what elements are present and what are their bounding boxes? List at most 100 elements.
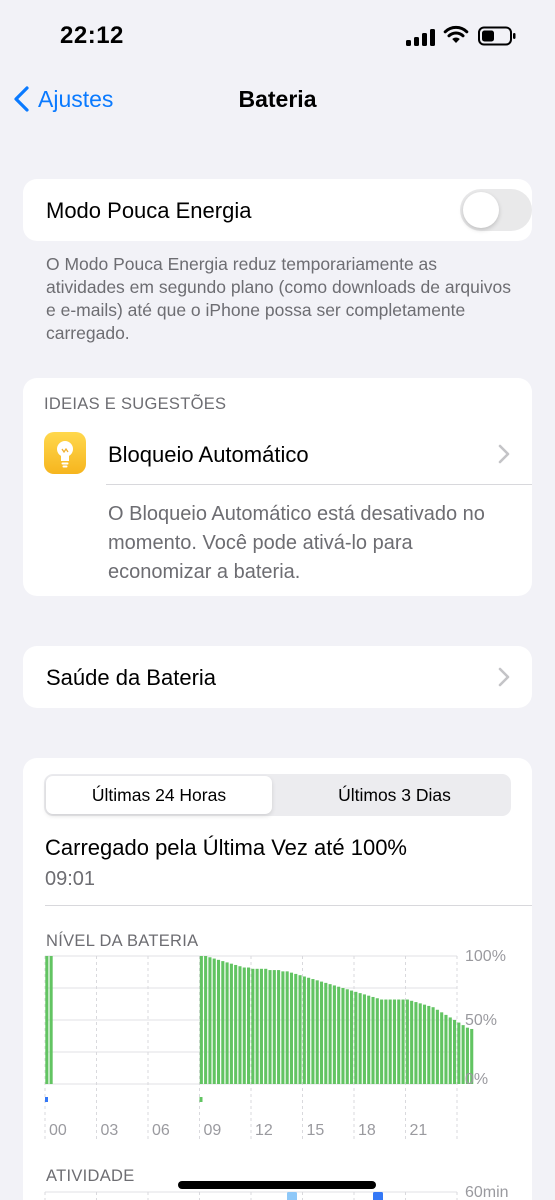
battery-level-bar [422, 1004, 427, 1084]
battery-icon [478, 26, 516, 46]
x-tick-label: 00 [49, 1122, 67, 1139]
battery-level-title: NÍVEL DA BATERIA [46, 931, 198, 950]
battery-level-bar [212, 958, 216, 1084]
battery-level-bar [431, 1007, 435, 1084]
battery-level-bar [255, 968, 259, 1084]
y-tick-label: 60min [465, 1184, 509, 1200]
page-title: Bateria [238, 86, 317, 112]
battery-level-bar [45, 956, 49, 1084]
low-power-card: Modo Pouca Energia [23, 179, 532, 241]
battery-level-bar [199, 956, 203, 1084]
battery-level-bar [380, 999, 384, 1084]
battery-level-bar [251, 968, 255, 1084]
battery-level-bar [311, 979, 315, 1084]
battery-level-bar [242, 967, 246, 1084]
status-bar: 22:12 [0, 0, 555, 70]
chevron-right-icon [498, 444, 510, 464]
battery-level-bar [221, 961, 225, 1084]
battery-level-bar [448, 1017, 452, 1084]
battery-level-bar [259, 968, 263, 1084]
battery-level-bar [208, 957, 212, 1084]
battery-level-bar [229, 963, 233, 1084]
battery-level-bar [392, 999, 397, 1084]
low-power-toggle[interactable] [460, 189, 532, 231]
battery-level-bar [337, 986, 341, 1084]
navigation-bar: Ajustes Bateria [0, 70, 555, 130]
lightbulb-icon [44, 432, 86, 474]
y-tick-label: 0% [465, 1071, 488, 1088]
y-tick-label: 100% [465, 948, 506, 965]
x-tick-label: 06 [152, 1122, 170, 1139]
battery-level-bar [268, 970, 272, 1084]
battery-level-bar [328, 984, 332, 1084]
battery-level-bar [204, 956, 208, 1084]
low-power-label: Modo Pouca Energia [46, 198, 252, 223]
suggestion-item-label[interactable]: Bloqueio Automático [108, 442, 309, 468]
battery-level-bar [216, 959, 221, 1084]
battery-level-bar [302, 976, 306, 1084]
battery-level-bar [384, 999, 388, 1084]
battery-usage-card: Últimas 24 Horas Últimos 3 Dias Carregad… [23, 758, 532, 1200]
charging-marker [45, 1097, 48, 1102]
battery-level-bar [49, 956, 53, 1084]
battery-level-bar [264, 968, 268, 1084]
battery-level-bar [358, 993, 362, 1084]
battery-level-bar [388, 999, 392, 1084]
battery-level-bar [281, 971, 285, 1084]
activity-title: ATIVIDADE [46, 1167, 135, 1185]
suggestions-card: IDEIAS E SUGESTÕES Bloqueio Automático O… [23, 378, 532, 596]
charging-marker [199, 1097, 203, 1102]
battery-level-bar [294, 973, 298, 1084]
battery-level-bar [298, 975, 302, 1084]
battery-level-bar [272, 970, 276, 1084]
battery-level-bar [444, 1014, 448, 1084]
battery-level-bar [354, 991, 358, 1084]
home-indicator [178, 1181, 376, 1189]
x-tick-label: 15 [307, 1122, 325, 1139]
battery-level-bar [324, 982, 328, 1084]
battery-level-bar [427, 1005, 431, 1084]
battery-level-bar [277, 970, 281, 1084]
battery-level-bar [405, 999, 409, 1084]
battery-level-bar [371, 996, 375, 1084]
battery-health-row[interactable]: Saúde da Bateria [23, 646, 532, 708]
battery-level-bar [289, 972, 294, 1084]
low-power-footnote: O Modo Pouca Energia reduz temporariamen… [46, 254, 512, 343]
battery-level-bar [285, 971, 289, 1084]
divider [106, 484, 532, 485]
battery-level-bar [397, 999, 401, 1084]
x-tick-label: 21 [410, 1122, 428, 1139]
battery-level-bar [307, 977, 311, 1084]
suggestions-header: IDEIAS E SUGESTÕES [44, 395, 227, 413]
status-time: 22:12 [60, 22, 124, 49]
wifi-icon [443, 25, 469, 43]
battery-health-label: Saúde da Bateria [46, 665, 217, 690]
battery-level-bar [414, 1002, 418, 1084]
y-tick-label: 50% [465, 1012, 497, 1029]
battery-level-bar [315, 980, 319, 1084]
x-tick-label: 12 [255, 1122, 273, 1139]
battery-level-bar [350, 990, 354, 1084]
battery-level-bar [410, 1000, 414, 1084]
battery-level-bar [435, 1009, 439, 1084]
x-tick-label: 03 [101, 1122, 119, 1139]
battery-level-bar [375, 998, 379, 1084]
activity-bar [373, 1192, 383, 1200]
battery-level-bar [440, 1012, 444, 1084]
battery-level-bar [341, 988, 345, 1084]
toggle-knob [463, 192, 499, 228]
battery-level-bar [238, 966, 242, 1084]
battery-level-bar [418, 1003, 422, 1084]
activity-bar [287, 1192, 297, 1200]
battery-level-bar [401, 999, 405, 1084]
battery-level-bar [345, 989, 349, 1084]
chevron-right-icon [498, 667, 510, 687]
battery-level-bar [457, 1022, 461, 1084]
battery-level-bar [362, 994, 366, 1084]
battery-level-bar [332, 985, 336, 1084]
battery-charts: NÍVEL DA BATERIA 100% 50% 0% 00 03 06 09 12 15 1… [44, 931, 509, 1200]
cellular-signal-icon [406, 28, 436, 46]
battery-level-bar [367, 995, 371, 1084]
battery-level-bar [319, 981, 324, 1084]
suggestion-description: O Bloqueio Automático está desativado no… [108, 503, 485, 583]
